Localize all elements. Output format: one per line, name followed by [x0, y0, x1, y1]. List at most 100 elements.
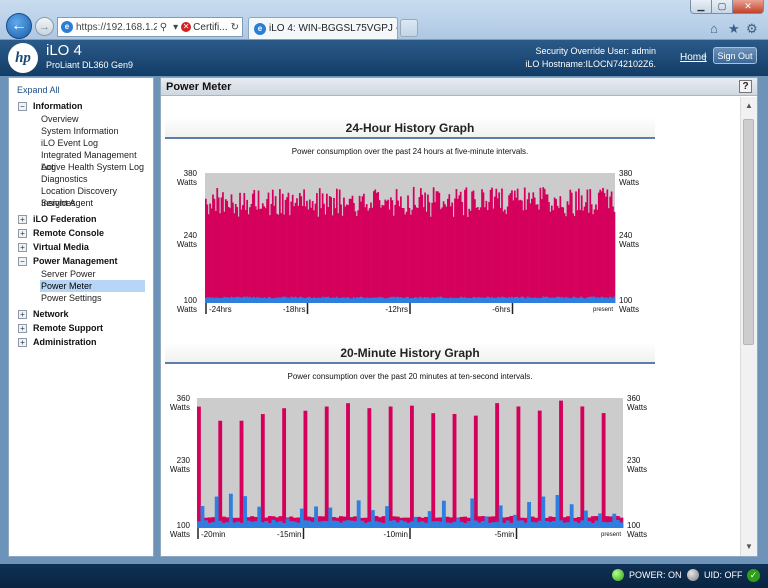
average-bar [605, 522, 610, 528]
sidebar-section-administration[interactable]: + Administration [18, 335, 153, 349]
sidebar-item-system-information[interactable]: System Information [40, 125, 153, 137]
certificate-label[interactable]: Certifi... [193, 22, 227, 33]
average-bar [321, 520, 326, 528]
graph-title: 20-Minute History Graph [165, 342, 655, 364]
search-icon[interactable]: ⚲ [160, 22, 167, 33]
average-bar [612, 513, 617, 528]
sidebar-section-network[interactable]: + Network [18, 307, 153, 321]
address-bar[interactable]: e https://192.168.1.206/ ⚲ ▾ ✕ Certifi..… [57, 17, 243, 37]
average-bar [452, 521, 457, 528]
status-bar: POWER: ON UID: OFF ✓ [0, 564, 768, 588]
y-tick-label-right: 100 [627, 521, 641, 530]
expand-icon[interactable]: + [18, 228, 27, 238]
y-tick-unit-right: Watts [627, 403, 647, 412]
scroll-down-icon[interactable]: ▼ [741, 540, 757, 554]
sidebar-section-label[interactable]: Administration [33, 337, 97, 347]
tab-ilo[interactable]: e iLO 4: WIN-BGGSL75VGPJ - ... × [248, 17, 398, 39]
peak-bar [452, 413, 457, 528]
y-tick-label-left: 230 [177, 456, 191, 465]
peak-bar [580, 406, 585, 528]
new-tab-button[interactable] [400, 19, 418, 37]
average-bar [562, 522, 567, 528]
sidebar-item-overview[interactable]: Overview [40, 113, 153, 125]
sidebar-section-label[interactable]: Network [33, 309, 69, 319]
average-bar [250, 521, 255, 528]
average-bar [449, 522, 453, 528]
expand-icon[interactable]: + [18, 337, 27, 347]
average-bar [601, 521, 606, 528]
expand-icon[interactable]: + [18, 323, 27, 333]
average-bar [328, 507, 333, 528]
average-bar [534, 522, 539, 528]
sidebar-item-server-power[interactable]: Server Power [40, 268, 153, 280]
sidebar-item-ilo-event-log[interactable]: iLO Event Log [40, 137, 153, 149]
sidebar-item-integrated-management-log[interactable]: Integrated Management Log [40, 149, 153, 172]
average-bar [598, 513, 602, 528]
graph-24-hour: 24-Hour History Graph Power consumption … [165, 117, 655, 314]
home-icon[interactable]: ⌂ [710, 21, 718, 36]
sidebar-item-active-health-system-log[interactable]: Active Health System Log [40, 161, 153, 173]
gear-icon[interactable]: ⚙ [746, 21, 758, 37]
refresh-icon[interactable]: ↻ [231, 22, 239, 33]
sidebar-section-label[interactable]: iLO Federation [33, 214, 97, 224]
sidebar-section-label[interactable]: Virtual Media [33, 242, 89, 252]
average-bar [569, 504, 574, 528]
minimize-button[interactable]: ▁ [690, 0, 712, 14]
expand-icon[interactable]: + [18, 242, 27, 252]
sidebar-section-information[interactable]: − Information [18, 99, 153, 113]
expand-icon[interactable]: + [18, 309, 27, 319]
sign-out-button[interactable]: Sign Out [713, 47, 757, 64]
home-link[interactable]: Home [680, 52, 707, 63]
scroll-up-icon[interactable]: ▲ [741, 99, 757, 113]
uid-led-icon[interactable] [687, 569, 699, 581]
help-button[interactable]: ? [739, 80, 752, 93]
average-bar [299, 508, 304, 528]
average-bar [613, 296, 616, 303]
url-text[interactable]: https://192.168.1.206/ [76, 22, 157, 33]
average-bar [434, 521, 439, 528]
sidebar-section-label[interactable]: Power Management [33, 256, 118, 266]
average-bar [573, 521, 578, 528]
x-tick-label: -15min [277, 530, 301, 539]
sidebar-section-remote-console[interactable]: + Remote Console [18, 226, 153, 240]
sidebar-item-diagnostics[interactable]: Diagnostics [40, 173, 153, 185]
sidebar-section-label[interactable]: Information [33, 101, 83, 111]
certificate-error-icon[interactable]: ✕ [181, 22, 192, 32]
y-tick-label-right: 100 [619, 296, 633, 305]
sidebar-section-remote-support[interactable]: + Remote Support [18, 321, 153, 335]
dropdown-icon[interactable]: ▾ [173, 22, 178, 33]
sidebar-item-insight-agent[interactable]: Insight Agent [40, 197, 153, 209]
sidebar-item-location-discovery-services[interactable]: Location Discovery Services [40, 185, 153, 208]
average-bar [378, 522, 382, 528]
star-icon[interactable]: ★ [728, 21, 740, 37]
maximize-button[interactable]: ▢ [711, 0, 733, 14]
average-bar [587, 521, 592, 528]
collapse-icon[interactable]: − [18, 101, 27, 111]
sidebar-section-virtual-media[interactable]: + Virtual Media [18, 240, 153, 254]
peak-bar [601, 413, 606, 528]
scroll-thumb[interactable] [743, 119, 754, 345]
peak-bar [388, 406, 393, 528]
peak-bar [613, 211, 616, 303]
expand-icon[interactable]: + [18, 214, 27, 224]
close-window-button[interactable]: ✕ [732, 0, 764, 14]
back-arrow-icon[interactable]: ← [6, 13, 32, 39]
collapse-icon[interactable]: − [18, 256, 27, 266]
expand-all-link[interactable]: Expand All [17, 85, 153, 95]
average-bar [466, 521, 471, 528]
sidebar-item-power-meter[interactable]: Power Meter [40, 280, 145, 292]
forward-arrow-icon[interactable]: → [35, 17, 54, 36]
sidebar-section-label[interactable]: Remote Console [33, 228, 104, 238]
average-bar [559, 520, 563, 528]
x-tick-label: -12hrs [385, 305, 408, 314]
average-bar [271, 519, 276, 528]
sidebar-section-label[interactable]: Remote Support [33, 323, 103, 333]
average-bar [459, 521, 464, 528]
power-status: POWER: ON [629, 570, 682, 580]
sidebar-section-power-management[interactable]: − Power Management [18, 254, 153, 268]
average-bar [246, 520, 251, 528]
vertical-scrollbar[interactable]: ▲ ▼ [740, 97, 757, 556]
sidebar-item-power-settings[interactable]: Power Settings [40, 292, 153, 304]
sidebar-section-ilo-federation[interactable]: + iLO Federation [18, 212, 153, 226]
y-tick-unit-right: Watts [627, 530, 647, 539]
